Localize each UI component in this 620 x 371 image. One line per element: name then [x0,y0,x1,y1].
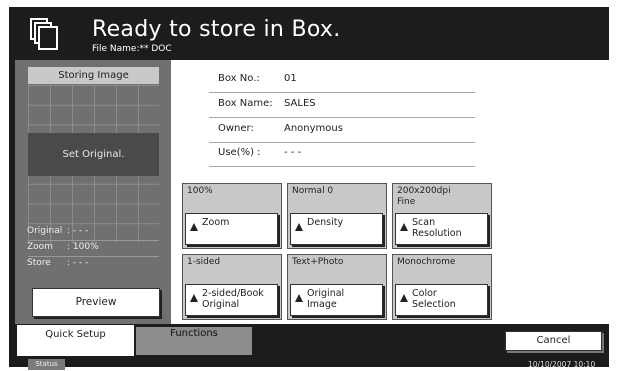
divider [209,117,475,118]
info-value: : - - - [67,258,89,268]
divider [209,142,475,143]
info-value: : - - - [67,226,89,236]
density-button-label: Density [307,217,344,228]
info-value: : 100% [67,242,99,252]
use-label: Use(%) : [218,147,261,158]
file-name-label: File Name: [92,44,140,54]
box-no-label: Box No.: [218,73,260,84]
set-original-text: Set Original. [62,149,125,160]
duplex-button[interactable]: 2-sided/Book Original [185,284,278,316]
box-no-value: 01 [284,73,297,84]
duplex-group: 1-sided 2-sided/Book Original [182,254,282,320]
original-image-group: Text+Photo Original Image [287,254,387,320]
color-selection-button-label: Color Selection [412,288,456,310]
density-button[interactable]: Density [290,213,383,245]
divider [28,256,159,257]
color-selection-value: Monochrome [397,257,456,267]
triangle-up-icon [400,294,408,302]
triangle-up-icon [190,294,198,302]
owner-label: Owner: [218,123,254,134]
zoom-group: 100% Zoom [182,183,282,249]
info-key: Original [27,226,63,236]
box-name-label: Box Name: [218,98,273,109]
store-info: Store : - - - [27,258,88,268]
scan-resolution-button-label: Scan Resolution [412,217,462,239]
divider [209,92,475,93]
box-name-value: SALES [284,98,316,109]
date-time: 10/10/2007 10:10 [528,360,596,369]
original-image-button[interactable]: Original Image [290,284,383,316]
divider [28,240,159,241]
zoom-button-label: Zoom [202,217,230,228]
divider [209,166,475,167]
triangle-up-icon [295,294,303,302]
triangle-up-icon [400,223,408,231]
color-selection-button[interactable]: Color Selection [395,284,488,316]
info-key: Zoom [27,242,53,252]
scan-resolution-value: 200x200dpi Fine [397,186,451,207]
original-info: Original : - - - [27,226,88,236]
zoom-info: Zoom : 100% [27,242,99,252]
page-title: Ready to store in Box. [92,17,341,42]
info-key: Store [27,258,51,268]
zoom-value: 100% [187,186,213,196]
status-button[interactable]: Status [28,359,65,370]
scan-resolution-group: 200x200dpi Fine Scan Resolution [392,183,492,249]
storing-image-title: Storing Image [28,67,159,84]
use-value: - - - [284,147,302,158]
zoom-button[interactable]: Zoom [185,213,278,245]
duplex-button-label: 2-sided/Book Original [202,288,264,310]
color-selection-group: Monochrome Color Selection [392,254,492,320]
header-bar: Ready to store in Box. File Name:** DOC [9,7,609,59]
duplex-value: 1-sided [187,257,221,267]
cancel-button[interactable]: Cancel [505,331,602,351]
tab-functions[interactable]: Functions [136,327,252,355]
scan-resolution-button[interactable]: Scan Resolution [395,213,488,245]
tab-quick-setup[interactable]: Quick Setup [17,325,134,356]
preview-button[interactable]: Preview [32,288,160,317]
folder-stack-icon [29,17,59,51]
density-value: Normal 0 [292,186,334,196]
original-image-value: Text+Photo [292,257,344,267]
storing-image-panel: Storing Image Set Original. Original : - … [15,60,171,324]
owner-value: Anonymous [284,123,343,134]
file-name-value: ** DOC [139,44,172,54]
file-name: File Name:** DOC [92,44,172,54]
original-image-button-label: Original Image [307,288,345,310]
density-group: Normal 0 Density [287,183,387,249]
triangle-up-icon [295,223,303,231]
triangle-up-icon [190,223,198,231]
